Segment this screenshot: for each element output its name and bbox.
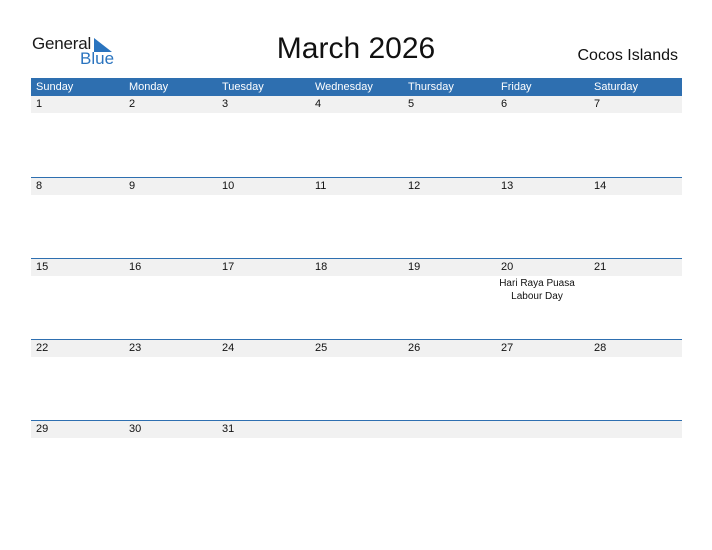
day-number: 1	[36, 98, 43, 110]
weekday-thursday: Thursday	[408, 81, 454, 93]
day-cell	[310, 276, 403, 303]
events-row	[31, 357, 682, 358]
day-number: 27	[501, 342, 514, 354]
day-number: 13	[501, 180, 514, 192]
week-row: 22 23 24 25 26 27 28	[31, 339, 682, 420]
day-cell	[31, 357, 124, 358]
day-number: 20	[501, 261, 514, 273]
day-cell	[589, 195, 682, 196]
day-number	[589, 421, 682, 438]
day-cell	[403, 276, 496, 303]
day-cell	[310, 357, 403, 358]
events-row	[31, 195, 682, 196]
day-cell	[217, 276, 310, 303]
day-cell	[589, 276, 682, 303]
day-cell	[589, 438, 682, 439]
day-number: 6	[501, 98, 508, 110]
week-row: 1 2 3 4 5 6 7	[31, 96, 682, 177]
day-number: 5	[408, 98, 415, 110]
day-cell	[496, 357, 589, 358]
weekday-header: Sunday Monday Tuesday Wednesday Thursday Frid…	[31, 78, 682, 96]
day-number: 8	[36, 180, 43, 192]
day-cell	[589, 113, 682, 114]
day-cell	[403, 438, 496, 439]
day-number: 9	[129, 180, 136, 192]
day-cell	[124, 195, 217, 196]
day-number: 4	[315, 98, 322, 110]
day-cell	[403, 113, 496, 114]
weekday-saturday: Saturday	[594, 81, 639, 93]
events-row: Hari Raya Puasa Labour Day	[31, 276, 682, 303]
date-strip: 1 2 3 4 5 6 7	[31, 96, 682, 113]
day-number: 15	[36, 261, 49, 273]
holiday-event: Hari Raya Puasa	[499, 278, 575, 289]
day-cell	[310, 438, 403, 439]
weekday-friday: Friday	[501, 81, 532, 93]
day-cell: Hari Raya Puasa Labour Day	[496, 276, 589, 303]
day-number: 26	[408, 342, 421, 354]
day-cell	[310, 113, 403, 114]
day-cell	[31, 113, 124, 114]
day-cell	[496, 438, 589, 439]
holiday-event: Labour Day	[511, 291, 563, 302]
day-cell	[496, 113, 589, 114]
day-cell	[217, 438, 310, 439]
weekday-sunday: Sunday	[36, 81, 74, 93]
day-cell	[403, 357, 496, 358]
day-number: 19	[408, 261, 421, 273]
day-number: 10	[222, 180, 235, 192]
day-cell	[31, 276, 124, 303]
week-row: 15 16 17 18 19 20 21 Hari Raya Puasa Labour Day	[31, 258, 682, 339]
day-number: 12	[408, 180, 421, 192]
day-cell	[589, 357, 682, 358]
day-cell	[496, 195, 589, 196]
day-number	[403, 421, 496, 438]
day-cell	[31, 195, 124, 196]
events-row	[31, 113, 682, 114]
day-number: 21	[594, 261, 607, 273]
country-label: Cocos Islands	[577, 47, 679, 64]
day-cell	[124, 357, 217, 358]
weekday-tuesday: Tuesday	[222, 81, 264, 93]
date-strip: 22 23 24 25 26 27 28	[31, 340, 682, 357]
day-number: 18	[315, 261, 328, 273]
weekday-wednesday: Wednesday	[315, 81, 373, 93]
day-number: 29	[36, 423, 49, 435]
day-number	[310, 421, 403, 438]
day-number: 25	[315, 342, 328, 354]
day-cell	[124, 276, 217, 303]
day-number: 24	[222, 342, 235, 354]
day-number: 22	[36, 342, 49, 354]
day-cell	[124, 438, 217, 439]
day-number: 14	[594, 180, 607, 192]
week-row: 8 9 10 11 12 13 14	[31, 177, 682, 258]
day-number: 2	[129, 98, 136, 110]
date-strip: 29 30 31	[31, 421, 682, 438]
day-cell	[217, 195, 310, 196]
day-cell	[124, 113, 217, 114]
day-number: 17	[222, 261, 235, 273]
day-cell	[310, 195, 403, 196]
calendar-grid: Sunday Monday Tuesday Wednesday Thursday Frid…	[31, 78, 682, 501]
day-cell	[217, 113, 310, 114]
events-row	[31, 438, 682, 439]
day-number: 3	[222, 98, 229, 110]
week-row: 29 30 31	[31, 420, 682, 501]
day-cell	[217, 357, 310, 358]
date-strip: 15 16 17 18 19 20 21	[31, 259, 682, 276]
day-number: 11	[315, 180, 327, 192]
date-strip: 8 9 10 11 12 13 14	[31, 178, 682, 195]
day-number: 7	[594, 98, 601, 110]
day-cell	[403, 195, 496, 196]
day-number: 31	[222, 423, 235, 435]
day-number: 30	[129, 423, 142, 435]
day-number	[496, 421, 589, 438]
day-number: 16	[129, 261, 142, 273]
weekday-monday: Monday	[129, 81, 169, 93]
day-number: 23	[129, 342, 142, 354]
day-cell	[31, 438, 124, 439]
day-number: 28	[594, 342, 607, 354]
